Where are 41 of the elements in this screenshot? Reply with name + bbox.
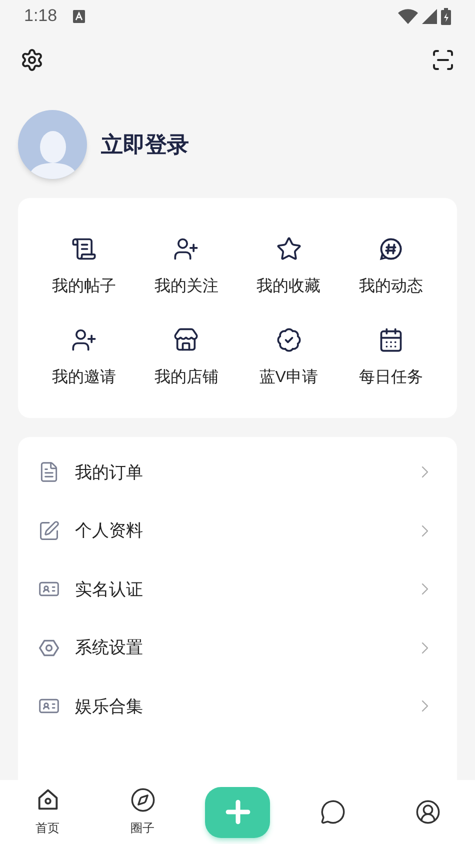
settings-button[interactable] [20,48,44,72]
scan-button[interactable] [431,48,455,72]
menu-item[interactable]: 实名认证 [18,560,457,618]
add-user-icon [173,236,200,262]
document-icon [71,236,98,262]
calendar-icon [378,327,404,353]
shortcut-label[interactable]: 我的店铺 [154,366,218,390]
menu-label: 娱乐合集 [75,696,144,718]
star-icon [276,236,302,262]
signal-icon [422,8,437,24]
menu-label: 我的订单 [75,462,144,484]
battery-icon [441,8,451,24]
menu-item[interactable]: 系统设置 [18,618,457,677]
nav-tab[interactable]: 首页 [0,780,95,844]
menu-label: 个人资料 [75,520,144,542]
status-time: 1:18 [24,5,58,28]
menu-item[interactable]: 我的订单 [18,443,457,502]
login-label[interactable]: 立即登录 [101,128,189,161]
wifi-icon [398,8,418,24]
shortcut-label[interactable]: 我的帖子 [52,275,116,299]
store-icon [173,327,200,353]
menu-label: 实名认证 [75,578,144,600]
nav-tab[interactable]: 圈子 [95,780,190,844]
user-icon [414,799,440,825]
menu-item[interactable]: 娱乐合集 [18,677,457,736]
verified-badge-icon [276,327,302,353]
shortcut-label[interactable]: 每日任务 [358,366,423,390]
shortcut-label[interactable]: 我的动态 [358,275,423,299]
edit-icon [38,520,60,542]
keyboard-notification-icon [73,10,86,22]
menu-item[interactable]: 个人资料 [18,502,457,560]
shortcut-label[interactable]: 我的关注 [154,275,218,299]
list-document-icon [38,461,60,484]
hash-bubble-icon [378,236,404,262]
chat-bubble-icon [320,799,346,825]
shortcut-label[interactable]: 我的收藏 [256,275,321,299]
shortcut-label[interactable]: 蓝V申请 [259,366,318,390]
add-user-icon [71,327,98,353]
compass-icon [130,787,156,813]
menu-label: 系统设置 [75,637,144,659]
shortcut-label[interactable]: 我的邀请 [52,366,116,390]
